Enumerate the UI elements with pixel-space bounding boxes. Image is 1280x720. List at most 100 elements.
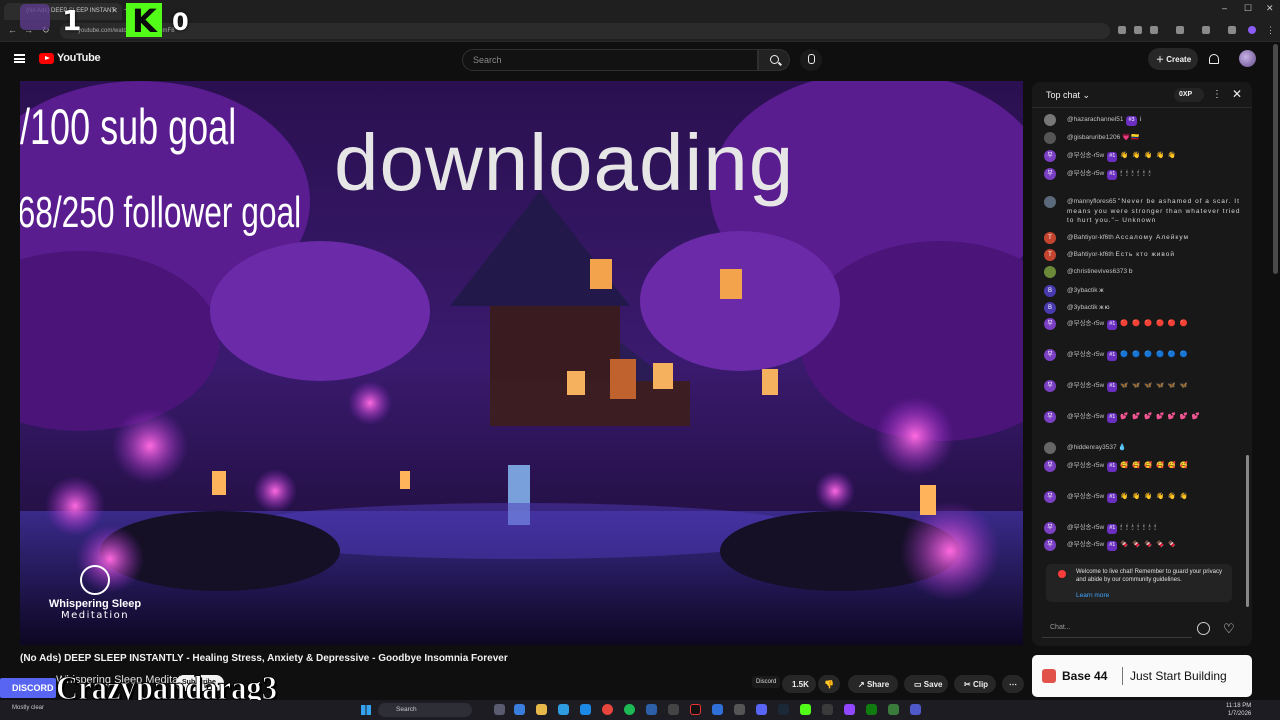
chat-author[interactable]: @mannyflores65 bbox=[1067, 198, 1116, 205]
weather-widget[interactable]: Mostly clear bbox=[12, 705, 44, 711]
chat-author[interactable]: @christinevives6373 bbox=[1067, 268, 1127, 275]
teams-icon[interactable] bbox=[910, 704, 921, 715]
chat-author[interactable]: @부싱송-r5w bbox=[1067, 493, 1104, 500]
chat-author[interactable]: @부싱송-r5w bbox=[1067, 170, 1104, 177]
ad-banner[interactable]: Base 44 Just Start Building bbox=[1032, 655, 1252, 697]
browser-menu-icon[interactable]: ⋮ bbox=[1266, 25, 1275, 36]
download-icon[interactable] bbox=[1228, 26, 1236, 34]
chat-avatar[interactable] bbox=[1044, 196, 1056, 208]
heart-reaction-icon[interactable]: ♡ bbox=[1223, 621, 1235, 637]
chrome-icon[interactable] bbox=[602, 704, 613, 715]
more-actions-button[interactable]: ⋯ bbox=[1002, 675, 1024, 693]
chat-author[interactable]: @3ybactik bbox=[1067, 287, 1097, 294]
chat-author[interactable]: @부싱송-r5w bbox=[1067, 320, 1104, 327]
steam-icon[interactable] bbox=[778, 704, 789, 715]
chat-avatar[interactable] bbox=[1044, 132, 1056, 144]
extension-icon[interactable] bbox=[1118, 26, 1126, 34]
like-button[interactable]: 1.5K bbox=[782, 675, 816, 693]
emoji-picker-icon[interactable] bbox=[1197, 622, 1210, 635]
chat-avatar[interactable]: B bbox=[1044, 302, 1056, 314]
chat-avatar[interactable] bbox=[1044, 442, 1056, 454]
bookmark-star-icon[interactable] bbox=[1150, 26, 1158, 34]
windows-start-icon[interactable] bbox=[361, 705, 371, 715]
tiktok-icon[interactable] bbox=[690, 704, 701, 715]
save-button[interactable]: ▭ Save bbox=[904, 675, 948, 693]
chat-author[interactable]: @부싱송-r5w bbox=[1067, 351, 1104, 358]
twitch-icon[interactable] bbox=[844, 704, 855, 715]
app-icon-c[interactable] bbox=[712, 704, 723, 715]
chat-avatar[interactable]: 부 bbox=[1044, 349, 1056, 361]
chat-author[interactable]: @Bahtiyor-kf6th bbox=[1067, 234, 1114, 241]
chat-avatar[interactable]: B bbox=[1044, 285, 1056, 297]
taskbar-clock[interactable]: 11:18 PM 1/7/2026 bbox=[1226, 702, 1251, 718]
back-icon[interactable]: ← bbox=[8, 25, 17, 35]
app-icon-f[interactable] bbox=[888, 704, 899, 715]
file-explorer-icon[interactable] bbox=[536, 704, 547, 715]
chat-author[interactable]: @부싱송-r5w bbox=[1067, 413, 1104, 420]
chat-avatar[interactable]: 부 bbox=[1044, 150, 1056, 162]
create-button[interactable]: ＋ Create bbox=[1148, 48, 1198, 70]
chat-avatar[interactable]: 부 bbox=[1044, 380, 1056, 392]
app-icon-e[interactable] bbox=[822, 704, 833, 715]
video-player[interactable]: 0/100 sub goal 168/250 follower goal dow… bbox=[20, 81, 1023, 645]
sidepanel-icon[interactable] bbox=[1202, 26, 1210, 34]
taskbar-search[interactable]: Search bbox=[378, 703, 472, 717]
profile-icon[interactable] bbox=[1248, 26, 1256, 34]
chat-close-icon[interactable]: ✕ bbox=[1232, 87, 1242, 101]
voice-search-icon[interactable] bbox=[800, 49, 822, 71]
chat-author[interactable]: @hiddenray3537 bbox=[1067, 444, 1117, 451]
dislike-button[interactable]: 👎 bbox=[818, 675, 840, 693]
minimize-icon[interactable]: – bbox=[1222, 3, 1227, 13]
chat-author[interactable]: @부싱송-r5w bbox=[1067, 462, 1104, 469]
chat-author[interactable]: @부싱송-r5w bbox=[1067, 541, 1104, 548]
chat-avatar[interactable] bbox=[1044, 266, 1056, 278]
app-icon-d[interactable] bbox=[734, 704, 745, 715]
chat-avatar[interactable]: T bbox=[1044, 232, 1056, 244]
discord-icon[interactable] bbox=[756, 704, 767, 715]
xbox-icon[interactable] bbox=[866, 704, 877, 715]
xp-badge[interactable]: 0XP bbox=[1174, 88, 1204, 102]
chat-avatar[interactable]: 부 bbox=[1044, 522, 1056, 534]
chat-avatar[interactable] bbox=[1044, 114, 1056, 126]
account-avatar[interactable] bbox=[1239, 50, 1256, 67]
chat-avatar[interactable]: 부 bbox=[1044, 411, 1056, 423]
kick-icon[interactable] bbox=[800, 704, 811, 715]
chat-author[interactable]: @3ybactik bbox=[1067, 304, 1097, 311]
chat-avatar[interactable]: T bbox=[1044, 249, 1056, 261]
maximize-icon[interactable]: ☐ bbox=[1244, 3, 1252, 14]
chat-avatar[interactable]: 부 bbox=[1044, 491, 1056, 503]
chat-author[interactable]: @Bahtiyor-kf6th bbox=[1067, 251, 1114, 258]
chat-author[interactable]: @부싱송-r5w bbox=[1067, 524, 1104, 531]
chat-avatar[interactable]: 부 bbox=[1044, 318, 1056, 330]
chat-author[interactable]: @hazarachannel51 bbox=[1067, 116, 1123, 123]
chat-avatar[interactable]: 부 bbox=[1044, 460, 1056, 472]
store-icon[interactable] bbox=[558, 704, 569, 715]
search-input[interactable]: Search bbox=[462, 49, 758, 71]
chat-scrollbar[interactable] bbox=[1246, 455, 1249, 607]
chat-author[interactable]: @부싱송-r5w bbox=[1067, 152, 1104, 159]
chat-avatar[interactable]: 부 bbox=[1044, 168, 1056, 180]
chat-author[interactable]: @부싱송-r5w bbox=[1067, 382, 1104, 389]
address-bar[interactable]: youtube.com/watch?v=...YUGmmF8 bbox=[60, 23, 1110, 39]
youtube-logo-icon[interactable] bbox=[39, 53, 54, 64]
widgets-icon[interactable] bbox=[514, 704, 525, 715]
page-scrollbar[interactable] bbox=[1273, 44, 1278, 274]
chat-author[interactable]: @gisbaruribe1206 bbox=[1067, 134, 1120, 141]
spotify-icon[interactable] bbox=[624, 704, 635, 715]
app-icon-b[interactable] bbox=[668, 704, 679, 715]
chat-menu-icon[interactable]: ⋮ bbox=[1212, 89, 1222, 100]
notifications-bell-icon[interactable] bbox=[1209, 54, 1219, 64]
extensions-puzzle-icon[interactable] bbox=[1176, 26, 1184, 34]
search-button[interactable] bbox=[758, 49, 790, 71]
window-close-icon[interactable]: ✕ bbox=[1266, 3, 1274, 14]
chat-avatar[interactable]: 부 bbox=[1044, 539, 1056, 551]
chat-mode-dropdown[interactable]: Top chat ⌄ bbox=[1046, 90, 1090, 101]
youtube-wordmark[interactable]: YouTube bbox=[57, 52, 101, 64]
app-icon-a[interactable] bbox=[646, 704, 657, 715]
hamburger-menu-icon[interactable] bbox=[14, 54, 25, 63]
chat-input[interactable]: Chat... bbox=[1042, 618, 1192, 638]
tab-close-icon[interactable]: ✕ bbox=[111, 6, 118, 15]
learn-more-link[interactable]: Learn more bbox=[1076, 592, 1109, 600]
clip-button[interactable]: ✂ Clip bbox=[954, 675, 996, 693]
share-button[interactable]: ↗ Share bbox=[848, 675, 898, 693]
